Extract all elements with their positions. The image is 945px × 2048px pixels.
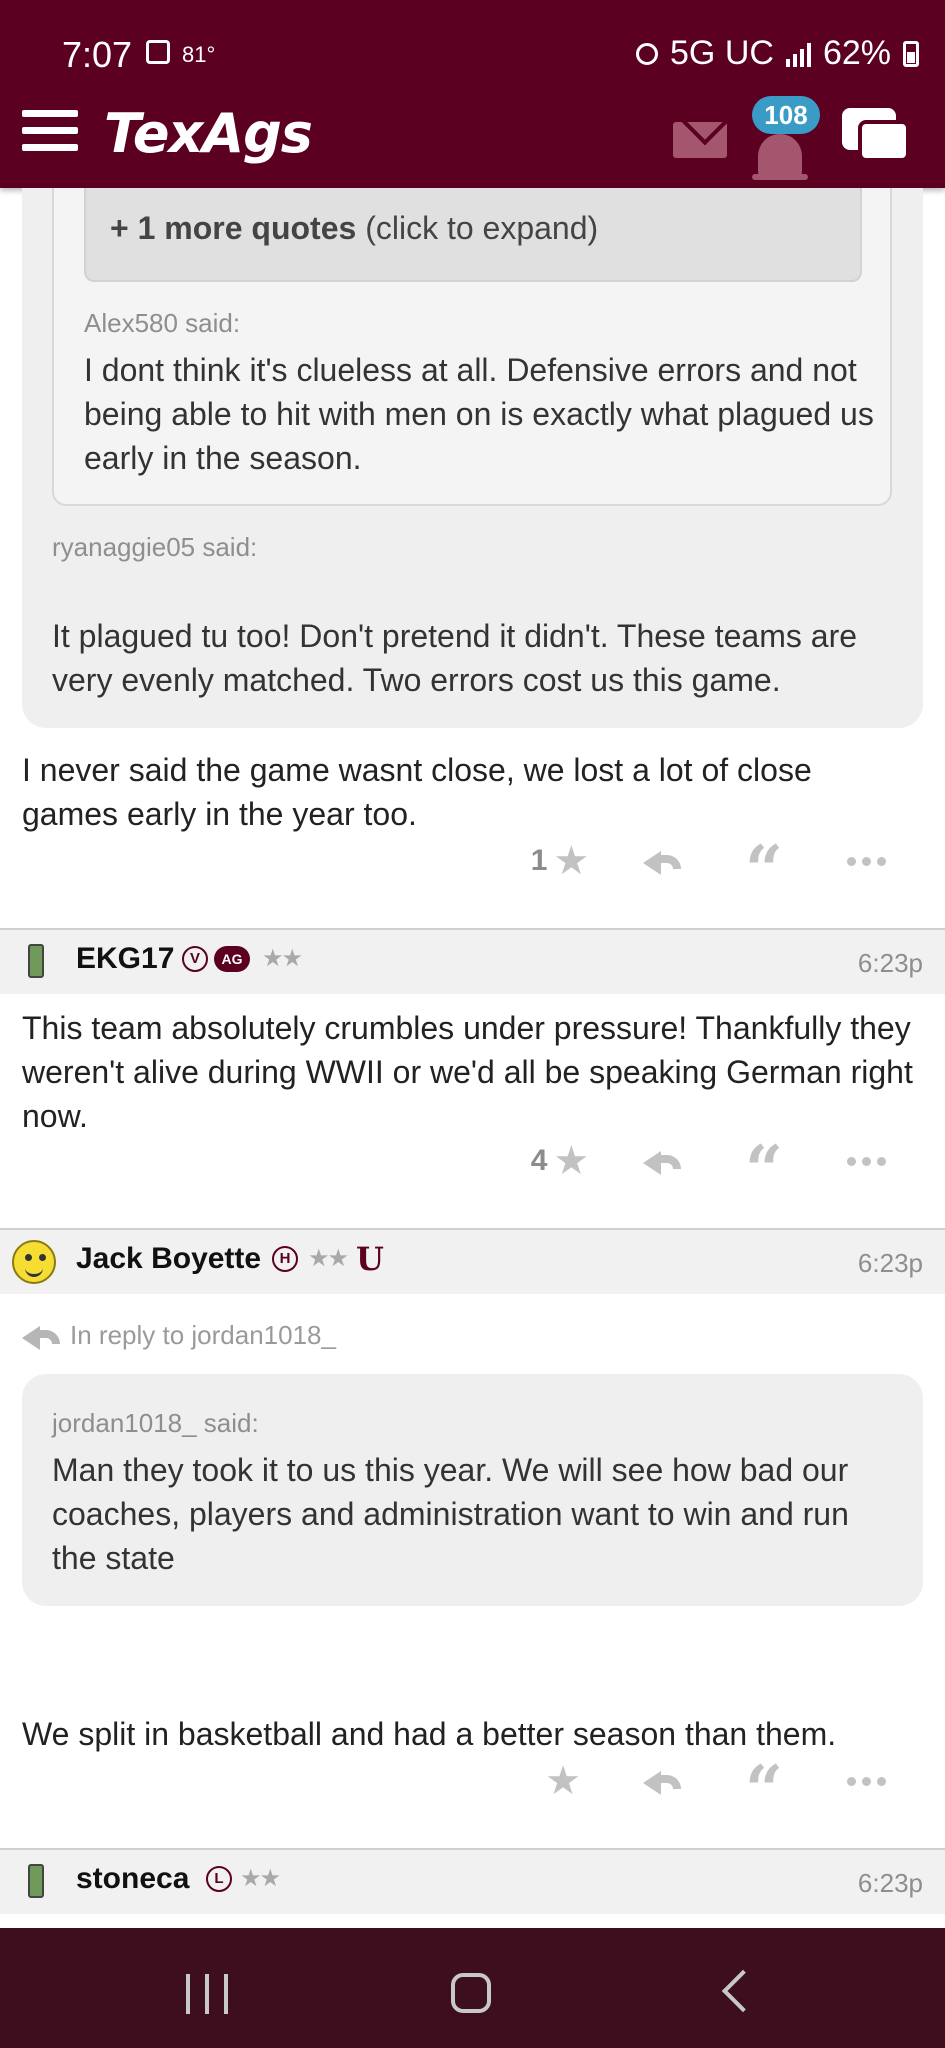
reply-icon bbox=[643, 847, 681, 875]
post-time[interactable]: 6:23p bbox=[858, 1248, 923, 1279]
post-time[interactable]: 6:23p bbox=[858, 1868, 923, 1899]
like-count: 1 bbox=[530, 844, 548, 877]
post-body: This team absolutely crumbles under pres… bbox=[22, 1010, 913, 1134]
quote-block: + 1 more quotes (click to expand) Alex58… bbox=[22, 188, 923, 728]
star-icon: ★ bbox=[553, 1139, 590, 1183]
system-nav-bar bbox=[0, 1928, 945, 2048]
like-button[interactable]: ★ bbox=[509, 1756, 611, 1806]
menu-icon[interactable] bbox=[22, 110, 78, 154]
network-type: 5G UC bbox=[670, 34, 774, 72]
reply-icon bbox=[643, 1147, 681, 1175]
quote-text: I dont think it's clueless at all. Defen… bbox=[84, 352, 874, 476]
notification-count-badge[interactable]: 108 bbox=[752, 96, 820, 134]
more-quotes-hint: (click to expand) bbox=[365, 210, 599, 246]
rank-stars: ★★ bbox=[262, 945, 303, 972]
quote-icon: “ bbox=[745, 831, 783, 909]
quote-button[interactable]: “ bbox=[713, 836, 815, 903]
reply-button[interactable] bbox=[611, 1756, 713, 1806]
smiley-avatar-icon bbox=[12, 1240, 56, 1284]
post-header: EKG17 V AG ★★ 6:23p bbox=[0, 930, 945, 994]
more-icon bbox=[846, 1776, 886, 1786]
quote-author: jordan1018_ said: bbox=[52, 1408, 259, 1438]
in-reply-link[interactable]: In reply to jordan1018_ bbox=[22, 1320, 336, 1351]
image-notification-icon bbox=[146, 40, 170, 64]
phone-avatar-icon bbox=[28, 1864, 44, 1898]
chat-icon[interactable] bbox=[842, 108, 910, 164]
bell-icon[interactable] bbox=[752, 130, 808, 186]
like-count: 4 bbox=[530, 1144, 548, 1177]
verified-badge: V bbox=[182, 946, 208, 972]
post-header: stoneca L ★★ 6:23p bbox=[0, 1850, 945, 1914]
star-icon: ★ bbox=[553, 839, 590, 883]
back-button[interactable] bbox=[721, 1969, 765, 2013]
status-right-cluster: 5G UC 62% bbox=[636, 34, 919, 73]
more-quotes-label: + 1 more quotes bbox=[110, 210, 357, 246]
quote-author: Alex580 said: bbox=[84, 308, 241, 338]
recent-apps-button[interactable] bbox=[186, 1974, 228, 2014]
post-body: I never said the game wasnt close, we lo… bbox=[22, 752, 812, 832]
battery-percent: 62% bbox=[822, 34, 891, 72]
texags-logo[interactable]: TexAgs bbox=[104, 102, 313, 165]
rank-stars: ★★ bbox=[308, 1245, 349, 1272]
post-header: Jack Boyette H ★★ U 6:23p bbox=[0, 1230, 945, 1294]
post-time[interactable]: 6:23p bbox=[858, 948, 923, 979]
reply-icon bbox=[643, 1767, 681, 1795]
reply-button[interactable] bbox=[611, 836, 713, 886]
l-badge: L bbox=[206, 1866, 232, 1892]
post-actions: ★ “ bbox=[509, 1756, 917, 1823]
ag-badge: AG bbox=[214, 946, 250, 972]
quote-block: jordan1018_ said: Man they took it to us… bbox=[22, 1374, 923, 1606]
post-body: We split in basketball and had a better … bbox=[22, 1716, 837, 1752]
phone-avatar-icon bbox=[28, 944, 44, 978]
nested-quote: + 1 more quotes (click to expand) Alex58… bbox=[52, 188, 892, 506]
quote-text: Man they took it to us this year. We wil… bbox=[52, 1452, 849, 1576]
reply-button[interactable] bbox=[611, 1136, 713, 1186]
reply-icon bbox=[22, 1322, 60, 1350]
mail-icon[interactable] bbox=[673, 122, 727, 158]
more-options-button[interactable] bbox=[815, 836, 917, 886]
rank-stars: ★★ bbox=[240, 1865, 281, 1892]
status-temperature: 81° bbox=[182, 42, 216, 67]
h-badge: H bbox=[272, 1246, 298, 1272]
team-u-logo: U bbox=[356, 1240, 384, 1278]
quote-text: It plagued tu too! Don't pretend it didn… bbox=[52, 618, 858, 698]
quote-button[interactable]: “ bbox=[713, 1136, 815, 1203]
battery-icon bbox=[903, 40, 919, 67]
home-button[interactable] bbox=[451, 1973, 491, 2013]
signal-icon bbox=[785, 41, 811, 67]
username[interactable]: stoneca bbox=[76, 1862, 189, 1896]
more-quotes-expander[interactable]: + 1 more quotes (click to expand) bbox=[84, 188, 862, 282]
more-options-button[interactable] bbox=[815, 1756, 917, 1806]
status-time: 7:07 bbox=[62, 34, 133, 75]
quote-icon: “ bbox=[745, 1751, 783, 1829]
username[interactable]: EKG17 bbox=[76, 942, 174, 976]
username[interactable]: Jack Boyette bbox=[76, 1242, 261, 1276]
post-actions: 1 ★ “ bbox=[509, 836, 917, 903]
more-icon bbox=[846, 1156, 886, 1166]
quote-author: ryanaggie05 said: bbox=[52, 532, 258, 562]
in-reply-label: In reply to jordan1018_ bbox=[70, 1320, 336, 1350]
star-icon: ★ bbox=[545, 1759, 581, 1803]
more-icon bbox=[846, 856, 886, 866]
quote-icon: “ bbox=[745, 1131, 783, 1209]
quote-button[interactable]: “ bbox=[713, 1756, 815, 1823]
like-button[interactable]: 4 ★ bbox=[509, 1136, 611, 1186]
post-actions: 4 ★ “ bbox=[509, 1136, 917, 1203]
alarm-icon bbox=[636, 42, 659, 65]
more-options-button[interactable] bbox=[815, 1136, 917, 1186]
like-button[interactable]: 1 ★ bbox=[509, 836, 611, 886]
